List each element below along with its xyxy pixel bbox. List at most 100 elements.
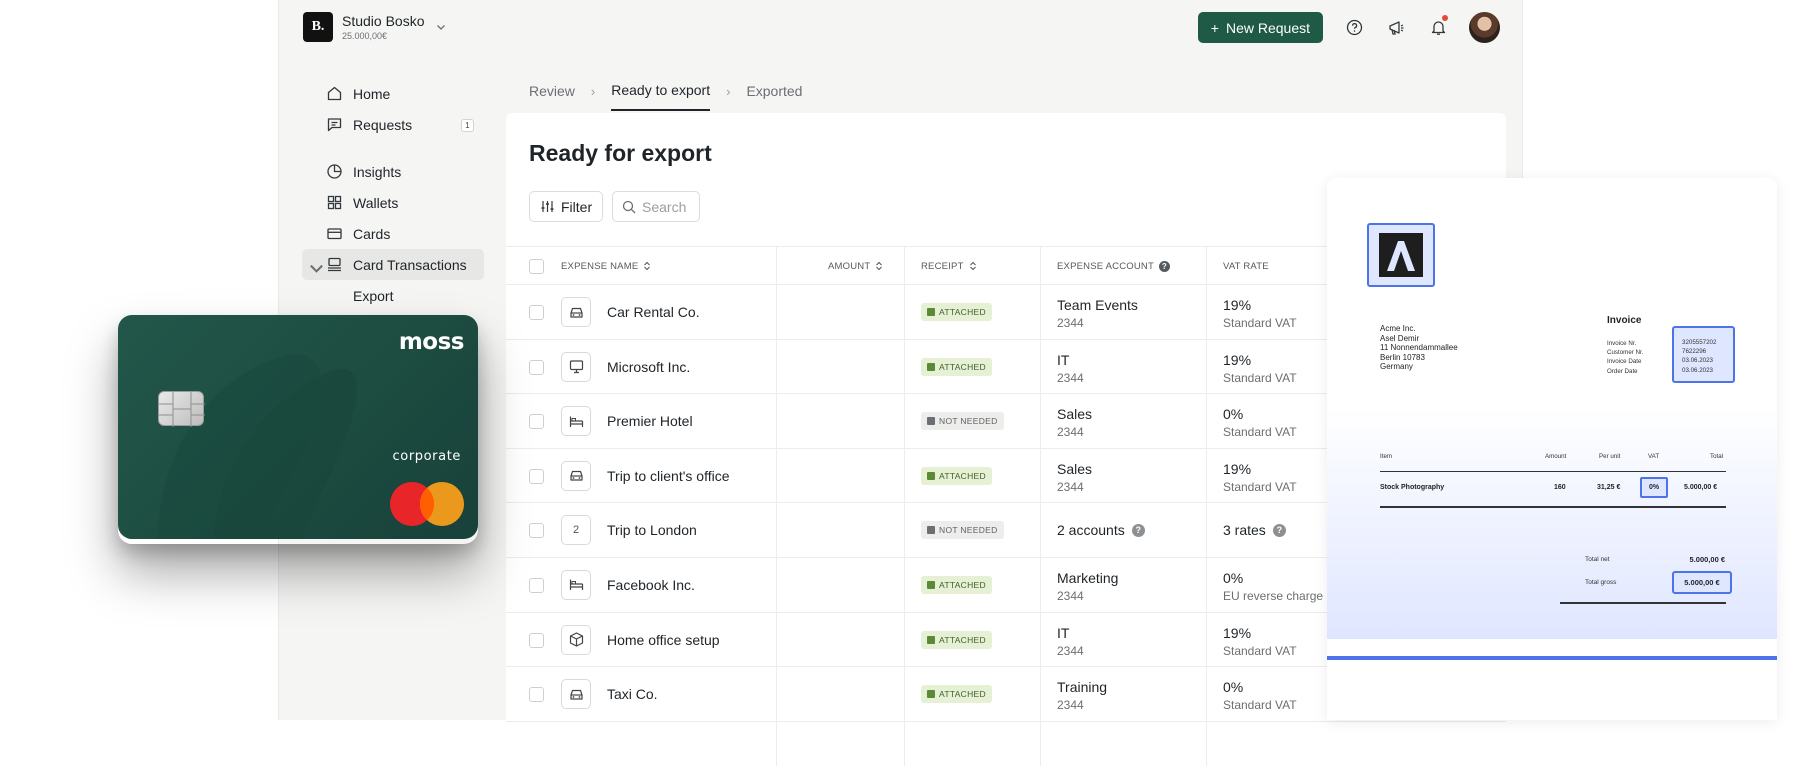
- invoice-col-item: Item: [1380, 453, 1393, 460]
- expense-name: Microsoft Inc.: [607, 358, 691, 375]
- tab-bar: Review › Ready to export › Exported: [529, 82, 802, 111]
- vendor-logo: [1367, 223, 1435, 287]
- info-icon[interactable]: ?: [1131, 523, 1145, 537]
- row-checkbox[interactable]: [529, 577, 544, 593]
- invoice-col-vat: VAT: [1648, 453, 1660, 460]
- total-gross-label: Total gross: [1585, 579, 1617, 586]
- pie-chart-icon: [327, 164, 342, 179]
- vat-rate: 0% EU reverse charge: [1223, 569, 1324, 603]
- bed-icon: [561, 406, 591, 437]
- expense-name: Premier Hotel: [607, 413, 693, 430]
- expense-name: Home office setup: [607, 631, 720, 648]
- card-icon: [327, 228, 342, 240]
- filter-button[interactable]: Filter: [529, 191, 603, 222]
- workspace-name: Studio Bosko: [342, 13, 425, 29]
- invoice-meta-values: 3205557202 7622296 03.06.2023 03.06.2023: [1672, 326, 1735, 383]
- transactions-icon: [328, 257, 341, 272]
- home-icon: [327, 86, 342, 101]
- invoice-line-amount: 160: [1554, 484, 1566, 491]
- count-icon: 2: [561, 515, 591, 546]
- row-checkbox[interactable]: [529, 523, 544, 539]
- select-all-checkbox[interactable]: [529, 259, 544, 274]
- sidebar-subitem-export[interactable]: Export: [302, 280, 484, 311]
- sidebar-item-insights[interactable]: Insights: [302, 156, 484, 187]
- sidebar-item-home[interactable]: Home: [302, 78, 484, 109]
- info-icon[interactable]: ?: [1272, 523, 1286, 537]
- invoice-col-amount: Amount: [1545, 453, 1567, 460]
- car-icon: [561, 679, 591, 710]
- workspace-logo: B.: [303, 12, 333, 42]
- expense-account: Sales 2344: [1057, 460, 1093, 494]
- info-icon: ?: [1158, 260, 1170, 272]
- sidebar-item-requests[interactable]: Requests 1: [302, 109, 484, 140]
- column-header-receipt[interactable]: RECEIPT: [921, 247, 977, 285]
- sidebar-item-label: Home: [353, 85, 391, 102]
- receipt-status-badge: ATTACHED: [921, 685, 992, 704]
- tab-exported[interactable]: Exported: [746, 83, 802, 110]
- new-request-label: New Request: [1225, 19, 1310, 36]
- receipt-status-badge: NOT NEEDED: [921, 412, 1004, 431]
- sort-icon: [969, 261, 976, 271]
- receipt-status-badge: NOT NEEDED: [921, 521, 1004, 540]
- vat-rate: 19% Standard VAT: [1223, 297, 1297, 330]
- help-button[interactable]: [1343, 17, 1365, 39]
- top-bar: B. Studio Bosko 25.000,00€ + New Request: [279, 0, 1522, 54]
- new-request-button[interactable]: + New Request: [1197, 12, 1323, 43]
- tab-review[interactable]: Review: [529, 83, 575, 110]
- page-title: Ready for export: [529, 140, 712, 166]
- billing-address: Acme Inc. Asel Demir 11 Nonnendammallee …: [1380, 324, 1458, 371]
- notifications-button[interactable]: [1427, 14, 1449, 39]
- expense-account: Team Events 2344: [1057, 297, 1138, 330]
- sort-icon: [644, 261, 651, 271]
- invoice-col-total: Total: [1710, 453, 1724, 460]
- bell-icon: [1431, 21, 1445, 35]
- chevron-right-icon: ›: [726, 83, 731, 99]
- row-checkbox[interactable]: [529, 359, 544, 375]
- total-net-value: 5.000,00 €: [1689, 555, 1725, 564]
- receipt-status-badge: ATTACHED: [921, 357, 992, 376]
- row-checkbox[interactable]: [529, 468, 544, 484]
- help-icon: [1346, 19, 1362, 36]
- monitor-icon: [561, 351, 591, 382]
- expense-account: IT 2344: [1057, 624, 1084, 658]
- announcements-button[interactable]: [1385, 17, 1407, 39]
- search-input[interactable]: Search: [612, 191, 700, 222]
- row-checkbox[interactable]: [529, 632, 544, 648]
- column-header-vat-rate[interactable]: VAT RATE: [1223, 247, 1269, 285]
- workspace-switcher[interactable]: B. Studio Bosko 25.000,00€: [303, 12, 447, 42]
- corporate-card: moss corporate: [118, 315, 478, 539]
- vat-rate: 19% Standard VAT: [1223, 351, 1297, 385]
- expense-account: Sales 2344: [1057, 406, 1093, 440]
- search-icon: [622, 200, 636, 213]
- sidebar-item-wallets[interactable]: Wallets: [302, 187, 484, 218]
- row-checkbox[interactable]: [529, 305, 544, 320]
- tab-ready-to-export[interactable]: Ready to export: [611, 82, 711, 111]
- column-header-expense-account[interactable]: EXPENSE ACCOUNT ?: [1057, 247, 1170, 285]
- bed-icon: [561, 569, 591, 600]
- vat-rate: 19% Standard VAT: [1223, 460, 1297, 494]
- invoice-line-vat: 0%: [1640, 477, 1668, 498]
- receipt-status-badge: ATTACHED: [921, 466, 992, 485]
- expense-name: Trip to client's office: [607, 467, 730, 484]
- expense-name: Taxi Co.: [607, 686, 658, 703]
- avatar[interactable]: [1469, 12, 1500, 43]
- expense-account: 2 accounts?: [1057, 522, 1145, 538]
- row-checkbox[interactable]: [529, 414, 544, 430]
- chevron-down-icon: [436, 25, 445, 30]
- grid-icon: [327, 195, 342, 210]
- column-header-amount[interactable]: AMOUNT: [828, 247, 883, 285]
- row-checkbox[interactable]: [529, 687, 544, 703]
- vat-rate: 19% Standard VAT: [1223, 624, 1297, 658]
- expense-account: Training 2344: [1057, 679, 1108, 713]
- receipt-status-badge: ATTACHED: [921, 303, 992, 321]
- column-header-expense-name[interactable]: EXPENSE NAME: [561, 247, 651, 285]
- workspace-balance: 25.000,00€: [342, 31, 388, 41]
- sidebar-item-cards[interactable]: Cards: [302, 218, 484, 249]
- sidebar-item-card-transactions[interactable]: Card Transactions: [302, 249, 484, 280]
- card-brand-logo: moss: [398, 329, 465, 355]
- invoice-col-per-unit: Per unit: [1599, 453, 1621, 460]
- invoice-meta-labels: Invoice Nr. Customer Nr. Invoice Date Or…: [1607, 340, 1644, 375]
- vat-rate: 0% Standard VAT: [1223, 679, 1297, 713]
- filter-label: Filter: [561, 198, 593, 215]
- total-gross-value: 5.000,00 €: [1672, 571, 1732, 594]
